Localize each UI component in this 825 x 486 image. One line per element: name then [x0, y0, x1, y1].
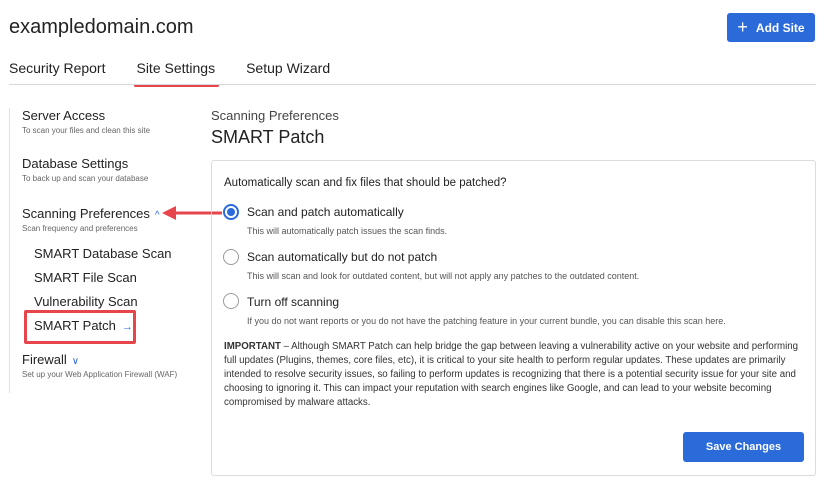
tab-bar: Security Report Site Settings Setup Wiza…: [9, 60, 361, 87]
sidebar-item-desc: Scan frequency and preferences: [22, 224, 138, 233]
important-text: – Although SMART Patch can help bridge t…: [224, 341, 799, 408]
sidebar-item-database-settings[interactable]: Database Settings To back up and scan yo…: [22, 156, 148, 184]
sidebar-item-title: Firewall: [22, 352, 67, 367]
sidebar-item-desc: To scan your files and clean this site: [22, 126, 151, 135]
sidebar-divider: [9, 108, 10, 393]
plus-icon: +: [737, 16, 748, 37]
sidebar-subitem-vulnerability-scan[interactable]: Vulnerability Scan: [34, 294, 138, 309]
setting-question: Automatically scan and fix files that sh…: [224, 177, 507, 189]
sidebar-subitem-smart-database-scan[interactable]: SMART Database Scan: [34, 246, 172, 261]
sidebar-item-desc: Set up your Web Application Firewall (WA…: [22, 370, 178, 379]
important-notice: IMPORTANT – Although SMART Patch can hel…: [224, 340, 804, 410]
sidebar-item-server-access[interactable]: Server Access To scan your files and cle…: [22, 108, 150, 136]
important-prefix: IMPORTANT: [224, 341, 281, 352]
chevron-down-icon: ∨: [71, 356, 80, 367]
tabs-divider: [9, 84, 816, 85]
sidebar-item-desc: To back up and scan your database: [22, 174, 149, 183]
tab-setup-wizard[interactable]: Setup Wizard: [246, 60, 330, 76]
tab-site-settings[interactable]: Site Settings: [134, 60, 219, 87]
option-label[interactable]: Scan automatically but do not patch: [247, 250, 437, 264]
tab-security-report[interactable]: Security Report: [9, 60, 105, 76]
site-domain-title: exampledomain.com: [9, 16, 194, 38]
section-label: Scanning Preferences: [211, 108, 339, 123]
annotation-highlight-box: [24, 310, 136, 344]
radio-scan-and-patch[interactable]: [223, 204, 239, 220]
radio-turn-off-scanning[interactable]: [223, 293, 239, 309]
option-desc: This will automatically patch issues the…: [247, 226, 448, 236]
chevron-up-icon: ^: [154, 210, 160, 221]
option-label[interactable]: Scan and patch automatically: [247, 205, 404, 219]
radio-scan-no-patch[interactable]: [223, 249, 239, 265]
sidebar-item-title: Server Access: [22, 108, 106, 123]
option-desc: This will scan and look for outdated con…: [247, 271, 640, 281]
page-title: SMART Patch: [211, 127, 325, 147]
sidebar-subitem-smart-file-scan[interactable]: SMART File Scan: [34, 270, 137, 285]
sidebar-item-title: Scanning Preferences: [22, 206, 150, 221]
sidebar-item-scanning-preferences[interactable]: Scanning Preferences ^ Scan frequency and…: [22, 206, 160, 234]
add-site-label: Add Site: [755, 20, 805, 35]
save-changes-button[interactable]: Save Changes: [683, 432, 804, 462]
option-label[interactable]: Turn off scanning: [247, 295, 339, 309]
sidebar-item-title: Database Settings: [22, 156, 129, 171]
option-desc: If you do not want reports or you do not…: [247, 316, 726, 326]
sidebar-item-firewall[interactable]: Firewall ∨ Set up your Web Application Fi…: [22, 352, 182, 380]
add-site-button[interactable]: + Add Site: [727, 13, 815, 42]
